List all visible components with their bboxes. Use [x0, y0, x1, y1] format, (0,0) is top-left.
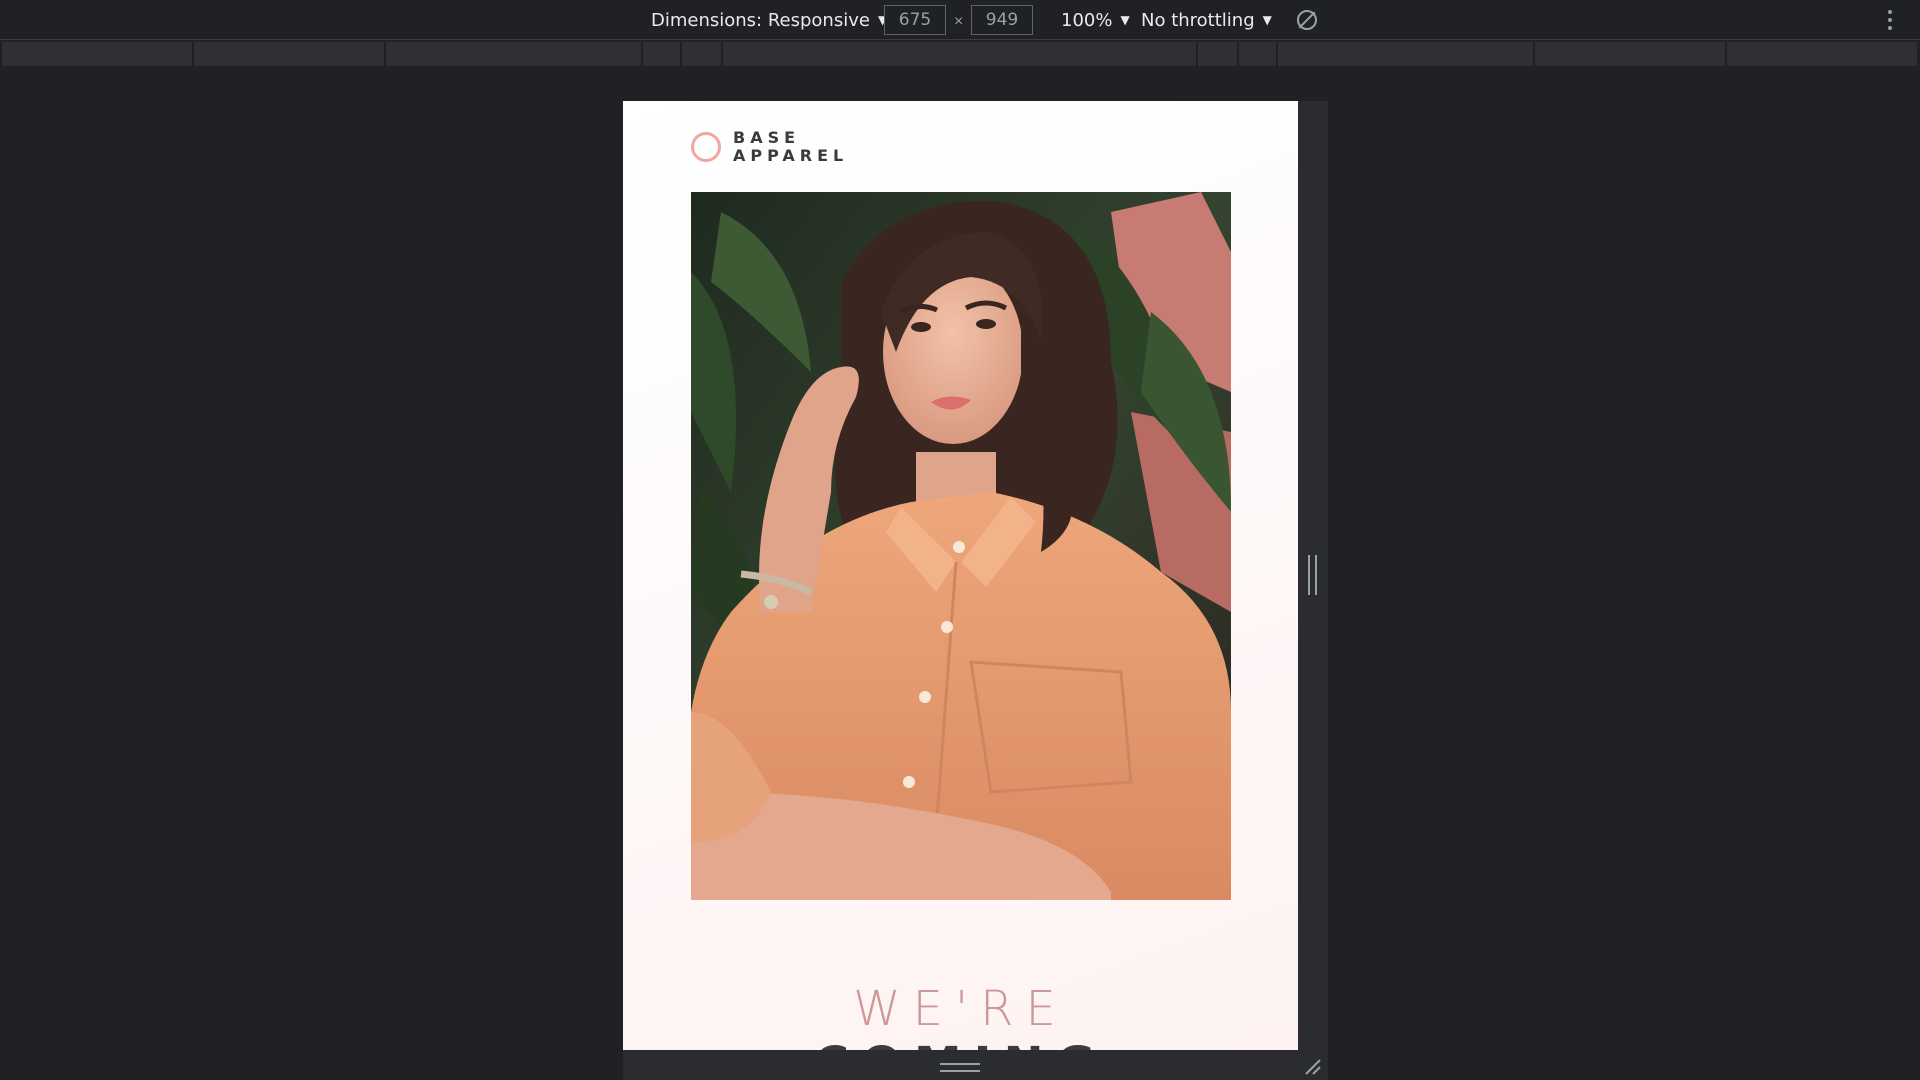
- hero-photo-illustration: [691, 192, 1231, 900]
- headline-line-2: COMING: [623, 1037, 1298, 1050]
- headline-line-1: WE'RE: [853, 981, 1068, 1037]
- width-input[interactable]: 675: [884, 5, 946, 35]
- hero-image: [691, 192, 1231, 900]
- height-resize-handle[interactable]: [940, 1063, 980, 1072]
- media-query-segment[interactable]: [194, 42, 386, 66]
- headline: WE'RE COMING: [623, 981, 1298, 1050]
- dimensions-dropdown[interactable]: Dimensions: Responsive ▼: [651, 0, 887, 40]
- logo-text: BASE APPAREL: [733, 129, 848, 165]
- corner-resize-icon[interactable]: [1304, 1058, 1322, 1076]
- width-resize-handle[interactable]: [1308, 555, 1317, 595]
- rotate-icon[interactable]: [1297, 10, 1317, 30]
- zoom-label: 100%: [1061, 9, 1113, 31]
- media-query-segment[interactable]: [1239, 42, 1278, 66]
- emulated-viewport: BASE APPAREL WE'RE: [623, 101, 1298, 1050]
- zoom-dropdown[interactable]: 100% ▼: [1061, 0, 1130, 40]
- height-input[interactable]: 949: [971, 5, 1033, 35]
- times-symbol: ×: [954, 13, 964, 30]
- logo-line-1: BASE: [733, 128, 801, 147]
- throttling-label: No throttling: [1141, 9, 1255, 31]
- more-options-icon[interactable]: [1888, 10, 1892, 30]
- media-query-segment[interactable]: [1198, 42, 1239, 66]
- media-query-bar: [0, 42, 1920, 68]
- throttling-dropdown[interactable]: No throttling ▼: [1141, 0, 1272, 40]
- logo-line-2: APPAREL: [733, 146, 849, 165]
- brand-logo[interactable]: BASE APPAREL: [691, 129, 848, 165]
- device-toolbar: Dimensions: Responsive ▼ 675 × 949 100% …: [0, 0, 1920, 40]
- logo-circle-icon: [691, 132, 721, 162]
- media-query-segment[interactable]: [2, 42, 194, 66]
- chevron-down-icon: ▼: [1120, 13, 1130, 27]
- media-query-segment[interactable]: [682, 42, 723, 66]
- media-query-segment[interactable]: [1727, 42, 1919, 66]
- media-query-segment[interactable]: [1278, 42, 1535, 66]
- media-query-segment[interactable]: [723, 42, 1198, 66]
- chevron-down-icon: ▼: [1262, 13, 1272, 27]
- dimensions-label: Dimensions: Responsive: [651, 9, 870, 31]
- media-query-segment[interactable]: [386, 42, 643, 66]
- media-query-segment[interactable]: [1535, 42, 1727, 66]
- media-query-segment[interactable]: [643, 42, 682, 66]
